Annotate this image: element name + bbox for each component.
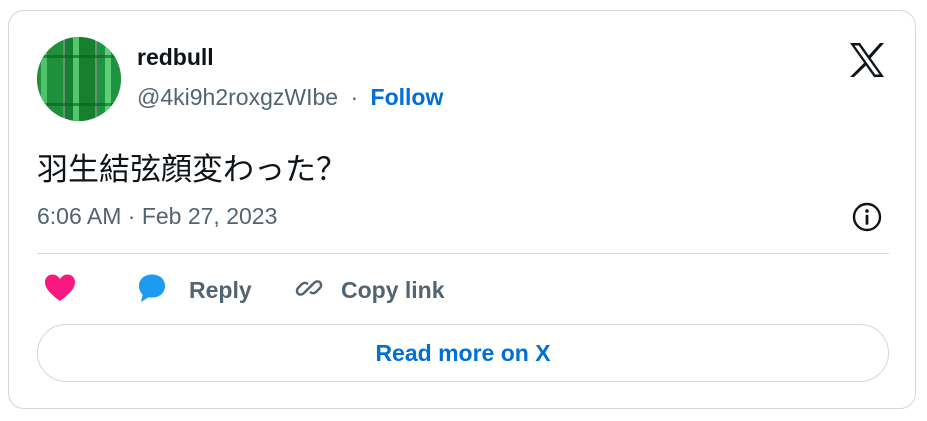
author-handle[interactable]: @4ki9h2roxgzWIbe bbox=[137, 84, 338, 110]
like-button[interactable] bbox=[43, 273, 77, 307]
avatar[interactable] bbox=[37, 37, 121, 121]
heart-icon bbox=[43, 271, 77, 310]
tweet-text: 羽生結弦顔変わった？ bbox=[37, 152, 347, 188]
separator-dot: · bbox=[350, 84, 359, 110]
read-more-label: Read more on X bbox=[375, 339, 551, 366]
author-handle-row: @4ki9h2roxgzWIbe · Follow bbox=[137, 84, 443, 111]
reply-button[interactable]: Reply bbox=[135, 273, 252, 307]
avatar-image bbox=[37, 37, 121, 121]
read-more-button[interactable]: Read more on X bbox=[37, 324, 889, 382]
x-logo-icon[interactable] bbox=[847, 40, 887, 80]
copy-link-label: Copy link bbox=[341, 276, 445, 303]
info-icon[interactable] bbox=[851, 201, 883, 233]
follow-link[interactable]: Follow bbox=[371, 84, 444, 110]
link-icon bbox=[293, 272, 325, 309]
copy-link-button[interactable]: Copy link bbox=[293, 273, 445, 307]
author-name[interactable]: redbull bbox=[137, 44, 214, 71]
speech-bubble-icon bbox=[135, 271, 169, 310]
divider bbox=[37, 253, 889, 254]
tweet-card: redbull @4ki9h2roxgzWIbe · Follow 羽生結弦顔変… bbox=[8, 10, 916, 409]
tweet-timestamp[interactable]: 6:06 AM · Feb 27, 2023 bbox=[37, 203, 277, 230]
reply-label: Reply bbox=[189, 276, 252, 303]
